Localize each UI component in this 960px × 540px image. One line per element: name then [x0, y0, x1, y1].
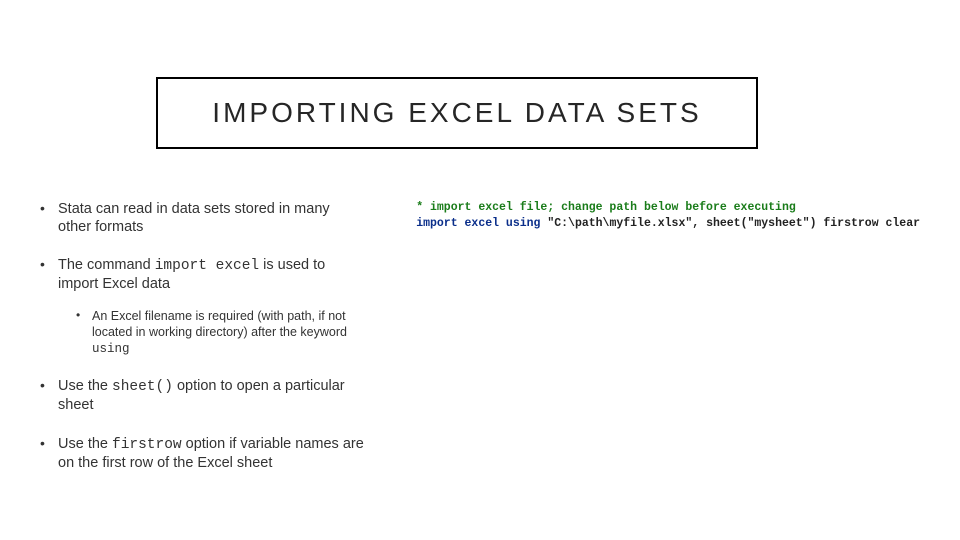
left-column: Stata can read in data sets stored in ma… — [40, 200, 366, 510]
title-box: IMPORTING EXCEL DATA SETS — [156, 77, 758, 149]
code-argument: "C:\path\myfile.xlsx", sheet("mysheet") … — [540, 217, 920, 230]
inline-code: import excel — [155, 258, 259, 274]
bullet-item: Use the firstrow option if variable name… — [40, 435, 366, 472]
code-line: * import excel file; change path below b… — [416, 200, 920, 216]
right-column: * import excel file; change path below b… — [366, 200, 920, 510]
bullet-item: Use the sheet() option to open a particu… — [40, 377, 366, 414]
bullet-list: Stata can read in data sets stored in ma… — [40, 200, 366, 472]
content-area: Stata can read in data sets stored in ma… — [40, 200, 920, 510]
bullet-text-pre: The command — [58, 257, 155, 273]
code-command: import excel using — [416, 217, 540, 230]
bullet-text-pre: Use the — [58, 378, 112, 394]
bullet-item: The command import excel is used to impo… — [40, 256, 366, 357]
inline-code: sheet() — [112, 379, 173, 395]
sub-bullet-text: An Excel filename is required (with path… — [92, 309, 347, 339]
inline-code: firstrow — [112, 437, 182, 453]
code-comment: * import excel file; change path below b… — [416, 201, 796, 214]
code-line: import excel using "C:\path\myfile.xlsx"… — [416, 216, 920, 232]
code-block: * import excel file; change path below b… — [416, 200, 920, 232]
slide-title: IMPORTING EXCEL DATA SETS — [212, 97, 701, 129]
sub-bullet-item: An Excel filename is required (with path… — [76, 308, 366, 358]
bullet-text-pre: Use the — [58, 436, 112, 452]
bullet-item: Stata can read in data sets stored in ma… — [40, 200, 366, 236]
sub-bullet-list: An Excel filename is required (with path… — [76, 308, 366, 358]
bullet-text: Stata can read in data sets stored in ma… — [58, 201, 330, 235]
inline-code: using — [92, 342, 130, 356]
slide: IMPORTING EXCEL DATA SETS Stata can read… — [0, 0, 960, 540]
